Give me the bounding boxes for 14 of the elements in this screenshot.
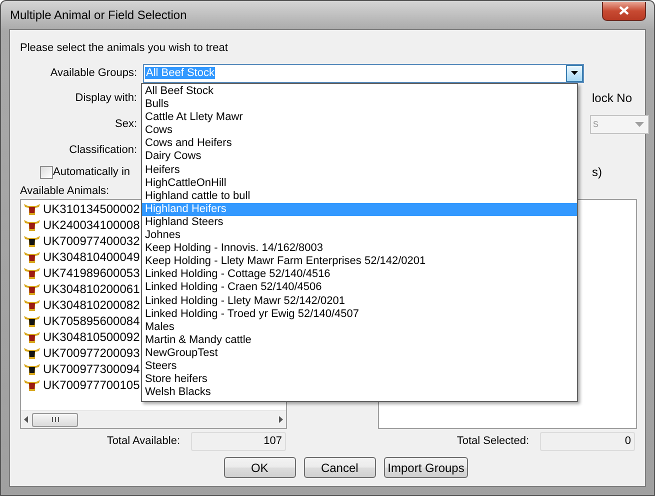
total-field: 0 (540, 432, 635, 450)
total-field: 107 (191, 432, 286, 450)
instruction-text: Please select the animals you wish to treat (20, 41, 229, 56)
field-label: Display with: (74, 92, 137, 104)
field-label: Sex: (114, 118, 137, 130)
checkbox-label: Automatically in (52, 166, 130, 178)
window-title: Multiple Animal or Field Selection (9, 8, 187, 22)
field-label: Available Groups: (49, 67, 137, 79)
field-label: Classification: (68, 144, 137, 156)
option-label: lock No (591, 91, 634, 105)
list-label: Available Animals: (20, 185, 110, 199)
total-label: Total Available: (106, 435, 180, 447)
checkbox-label: s) (591, 165, 602, 179)
total-label: Total Selected: (456, 435, 529, 447)
